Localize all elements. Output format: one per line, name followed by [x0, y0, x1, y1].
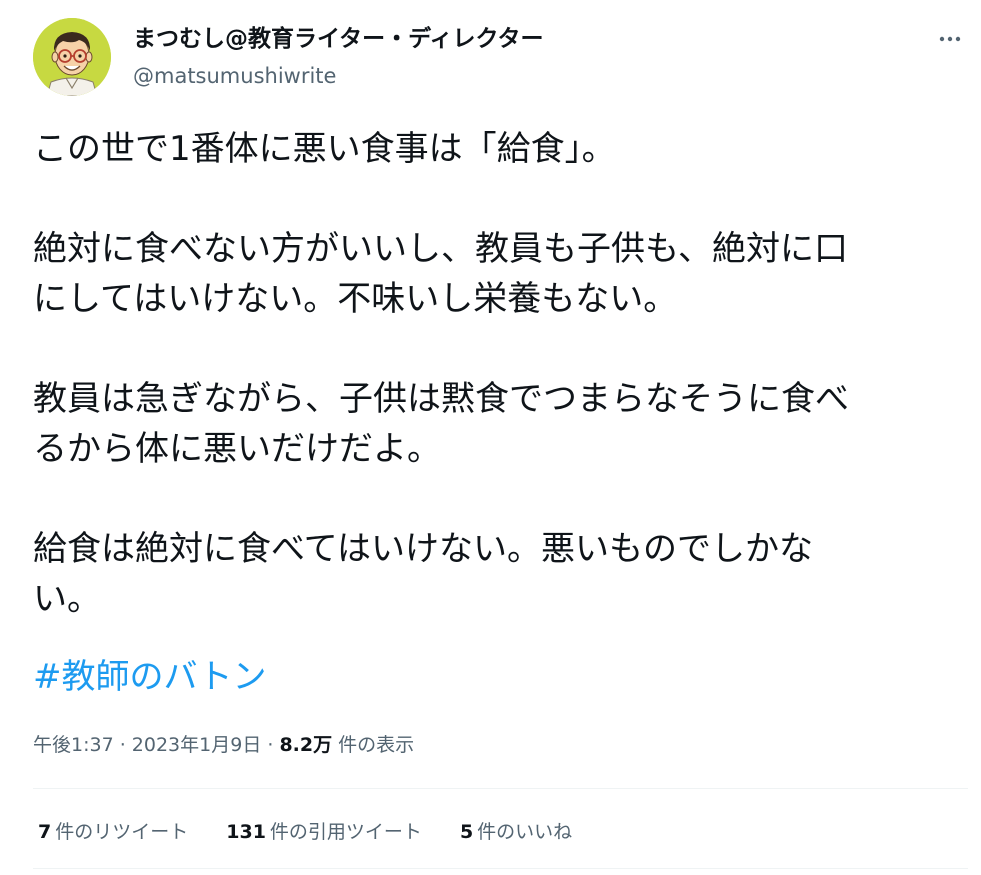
- tweet-line: にしてはいけない。不味いし栄養もない。: [33, 279, 678, 319]
- likes-label: 件のいいね: [477, 821, 573, 843]
- tweet-paragraph: 絶対に食べない方がいいし、教員も子供も、絶対に口 にしてはいけない。不味いし栄養…: [33, 224, 958, 324]
- tweet-line: るから体に悪いだけだよ。: [33, 429, 441, 469]
- meta-separator: ·: [113, 734, 132, 756]
- quote-tweets-stat[interactable]: 131 件の引用ツイート: [226, 817, 422, 847]
- views-count[interactable]: 8.2万: [279, 734, 332, 756]
- likes-stat[interactable]: 5 件のいいね: [460, 817, 572, 847]
- author-block: まつむし@教育ライター・ディレクター @matsumushiwrite: [133, 24, 544, 90]
- avatar[interactable]: [33, 18, 111, 96]
- quotes-count: 131: [226, 821, 266, 843]
- more-horizontal-icon: [939, 36, 961, 42]
- author-display-name[interactable]: まつむし@教育ライター・ディレクター: [133, 24, 544, 54]
- divider: [33, 868, 968, 869]
- retweets-count: 7: [38, 821, 52, 843]
- tweet-meta: 午後1:37 · 2023年1月9日 · 8.2万 件の表示: [33, 730, 414, 760]
- tweet-line: 給食は絶対に食べてはいけない。悪いものでしかな: [33, 529, 813, 569]
- engagement-stats: 7 件のリツイート 131 件の引用ツイート 5 件のいいね: [38, 817, 610, 847]
- tweet-card: まつむし@教育ライター・ディレクター @matsumushiwrite この世で…: [0, 0, 981, 875]
- tweet-paragraph: 給食は絶対に食べてはいけない。悪いものでしかな い。: [33, 524, 958, 624]
- hashtag-link[interactable]: #教師のバトン: [33, 652, 267, 702]
- retweets-label: 件のリツイート: [55, 821, 189, 843]
- tweet-date[interactable]: 2023年1月9日: [132, 734, 262, 756]
- retweets-stat[interactable]: 7 件のリツイート: [38, 817, 188, 847]
- likes-count: 5: [459, 821, 474, 843]
- divider: [33, 788, 968, 789]
- more-button[interactable]: [930, 24, 970, 54]
- tweet-line: い。: [33, 579, 101, 619]
- tweet-paragraph: 教員は急ぎながら、子供は黙食でつまらなそうに食べ るから体に悪いだけだよ。: [33, 374, 958, 474]
- tweet-line: 絶対に食べない方がいいし、教員も子供も、絶対に口: [33, 229, 848, 269]
- cartoon-avatar-icon: [33, 18, 111, 96]
- meta-separator: ·: [261, 734, 280, 756]
- author-handle[interactable]: @matsumushiwrite: [133, 62, 544, 90]
- tweet-time[interactable]: 午後1:37: [33, 734, 114, 756]
- tweet-paragraph: この世で1番体に悪い食事は「給食」。: [33, 124, 958, 174]
- tweet-line: この世で1番体に悪い食事は「給食」。: [33, 129, 616, 169]
- views-label[interactable]: 件の表示: [332, 734, 414, 756]
- tweet-text: この世で1番体に悪い食事は「給食」。 絶対に食べない方がいいし、教員も子供も、絶…: [33, 124, 958, 624]
- tweet-line: 教員は急ぎながら、子供は黙食でつまらなそうに食べ: [33, 379, 849, 419]
- quotes-label: 件の引用ツイート: [269, 821, 422, 843]
